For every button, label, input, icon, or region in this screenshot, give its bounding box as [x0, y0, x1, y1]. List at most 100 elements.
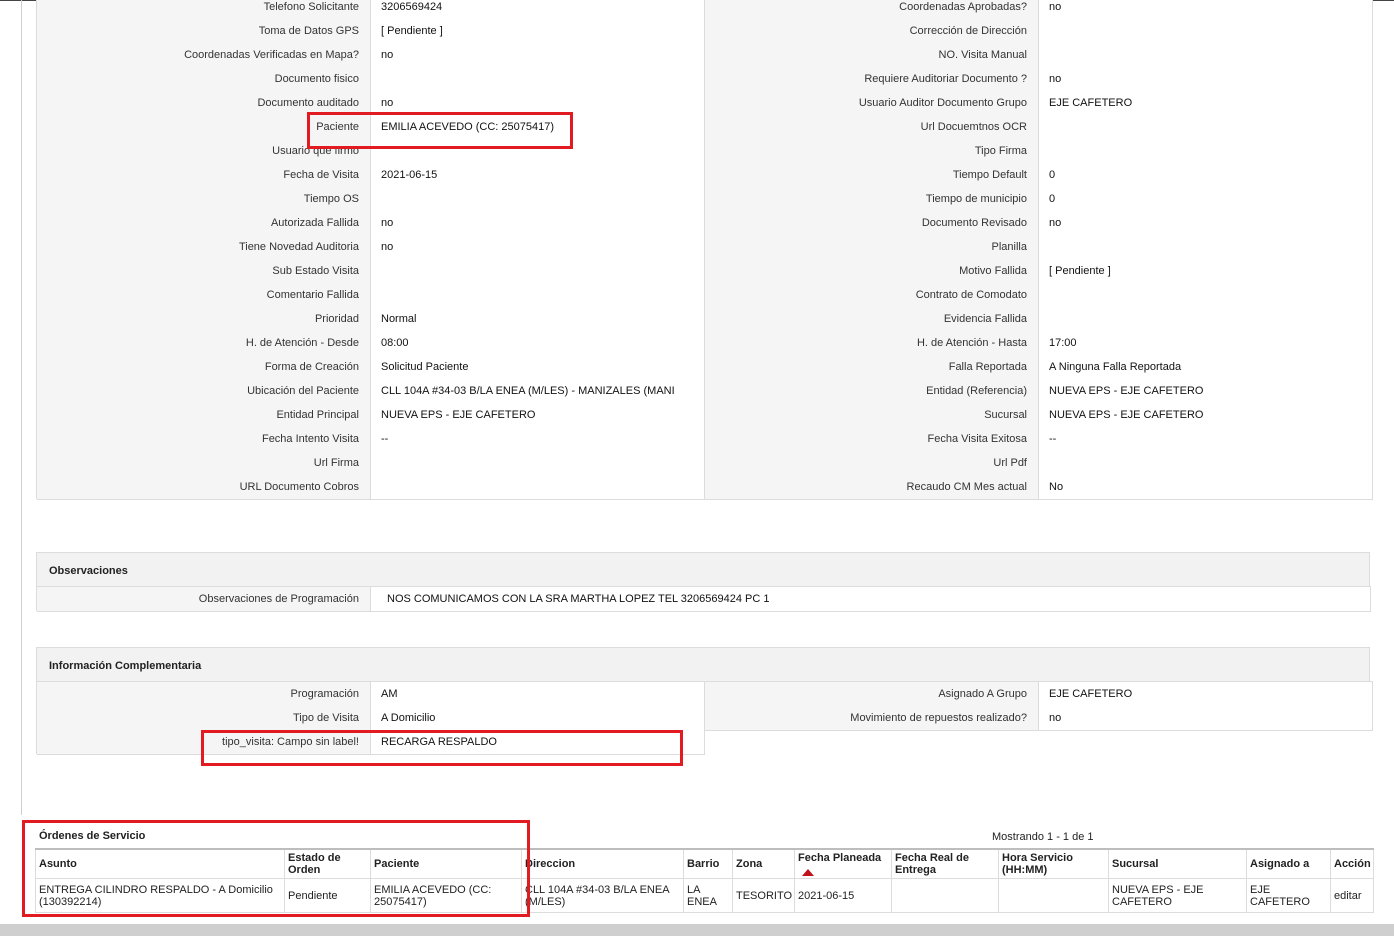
field-label: Tipo de Visita [37, 706, 371, 731]
horizontal-scrollbar[interactable] [0, 924, 1394, 936]
column-header[interactable]: Estado de Orden [284, 848, 371, 879]
detail-row: Toma de Datos GPS[ Pendiente ] Corrección… [37, 19, 1373, 44]
field-value: 08:00 [371, 331, 705, 356]
field-value [1039, 283, 1373, 308]
field-label: Telefono Solicitante [37, 0, 371, 20]
info-complementaria-header: Información Complementaria [36, 647, 1370, 681]
field-label: Tipo Firma [705, 139, 1039, 164]
column-header-label: Zona [736, 858, 763, 870]
field-value: NUEVA EPS - EJE CAFETERO [1039, 379, 1373, 404]
detail-row: Entidad Principal NUEVA EPS - EJE CAFETER… [37, 403, 1373, 428]
detail-row: H. de Atención - Desde 08:00 H. de Atenció… [37, 331, 1373, 356]
column-header[interactable]: Sucursal [1108, 848, 1247, 879]
column-header[interactable]: Asunto [35, 848, 285, 879]
sort-ascending-icon[interactable] [802, 869, 814, 876]
column-header[interactable]: Fecha Real de Entrega [891, 848, 999, 879]
field-label: Fecha Visita Exitosa [705, 427, 1039, 452]
column-header-label: Direccion [525, 858, 576, 870]
column-header-label: Sucursal [1112, 858, 1159, 870]
table-cell [891, 878, 999, 913]
field-label: Asignado A Grupo [705, 682, 1039, 707]
table-cell: 2021-06-15 [794, 878, 892, 913]
table-cell: ENTREGA CILINDRO RESPALDO - A Domicilio … [35, 878, 285, 913]
field-label: Fecha Intento Visita [37, 427, 371, 452]
field-label: Toma de Datos GPS [37, 19, 371, 44]
ordenes-title: Órdenes de Servicio [39, 830, 146, 842]
field-value: no [371, 91, 705, 116]
field-value: EMILIA ACEVEDO (CC: 25075417) [371, 115, 705, 140]
field-value [371, 67, 705, 92]
detail-row: Autorizada Fallida no Documento Revisado no [37, 211, 1373, 236]
detail-row: Tiene Novedad Auditoria no Planilla [37, 235, 1373, 260]
column-header[interactable]: Hora Servicio (HH:MM) [998, 848, 1109, 879]
detail-row: Comentario Fallida Contrato de Comodato [37, 283, 1373, 308]
detail-row: Documento auditado no Usuario Auditor Docu… [37, 91, 1373, 116]
field-label: Corrección de Dirección [705, 19, 1039, 44]
field-label: Prioridad [37, 307, 371, 332]
field-value: Solicitud Paciente [371, 355, 705, 380]
field-label: H. de Atención - Hasta [705, 331, 1039, 356]
field-value [1039, 115, 1373, 140]
field-value: EJE CAFETERO [1039, 91, 1373, 116]
table-cell: TESORITO [732, 878, 795, 913]
field-label: Documento Revisado [705, 211, 1039, 236]
detail-row: Paciente EMILIA ACEVEDO (CC: 25075417) Url… [37, 115, 1373, 140]
detail-row: Ubicación del Paciente CLL 104A #34-03 B/… [37, 379, 1373, 404]
column-header[interactable]: Paciente [370, 848, 522, 879]
field-label: Usuario que firmo [37, 139, 371, 164]
field-label: H. de Atención - Desde [37, 331, 371, 356]
field-value: no [1039, 211, 1373, 236]
field-value: no [1039, 706, 1373, 731]
ordenes-table: Asunto Estado de Orden Paciente Direccion Ba… [35, 848, 1374, 913]
field-label: Comentario Fallida [37, 283, 371, 308]
column-header[interactable]: Fecha Planeada [794, 848, 892, 879]
field-label: Forma de Creación [37, 355, 371, 380]
field-label: Tiene Novedad Auditoria [37, 235, 371, 260]
field-label: Fecha de Visita [37, 163, 371, 188]
column-header[interactable]: Direccion [521, 848, 684, 879]
field-label: Tiempo de municipio [705, 187, 1039, 212]
table-cell: EJE CAFETERO [1246, 878, 1331, 913]
field-value [371, 139, 705, 164]
column-header[interactable]: Zona [732, 848, 795, 879]
field-value: No [1039, 475, 1373, 500]
observaciones-grid: Observaciones de Programación NOS COMUNI… [36, 586, 1371, 612]
detail-row: URL Documento Cobros Recaudo CM Mes actua… [37, 475, 1373, 500]
field-value: no [371, 235, 705, 260]
detail-row: Tipo de Visita A Domicilio Movimiento de r… [37, 706, 1373, 731]
field-label: Observaciones de Programación [37, 587, 371, 612]
detail-row: Tiempo OS Tiempo de municipio 0 [37, 187, 1373, 212]
field-value: NOS COMUNICAMOS CON LA SRA MARTHA LOPEZ … [371, 587, 1371, 612]
field-label: Usuario Auditor Documento Grupo [705, 91, 1039, 116]
field-value: 0 [1039, 163, 1373, 188]
detail-row: Usuario que firmo Tipo Firma [37, 139, 1373, 164]
pagination-summary: Mostrando 1 - 1 de 1 [992, 831, 1094, 843]
field-label: Tiempo OS [37, 187, 371, 212]
detail-row: Fecha Intento Visita -- Fecha Visita Exito… [37, 427, 1373, 452]
field-value: no [371, 211, 705, 236]
field-value: A Domicilio [371, 706, 705, 731]
column-header[interactable]: Barrio [683, 848, 733, 879]
field-value: no [1039, 67, 1373, 92]
field-value [1039, 19, 1373, 44]
column-header-label: Asunto [39, 858, 77, 870]
field-label: Sucursal [705, 403, 1039, 428]
column-header-label: Acción [1334, 858, 1371, 870]
observaciones-header: Observaciones [36, 552, 1370, 586]
edit-link[interactable]: editar [1334, 890, 1362, 902]
field-label: NO. Visita Manual [705, 43, 1039, 68]
field-value: no [1039, 0, 1373, 20]
field-value [1039, 307, 1373, 332]
field-value: AM [371, 682, 705, 707]
edit-cell[interactable]: editar [1330, 878, 1374, 913]
field-value: 3206569424 [371, 0, 705, 20]
field-value [371, 187, 705, 212]
field-label: Url Firma [37, 451, 371, 476]
column-header[interactable]: Acción [1330, 848, 1374, 879]
field-label: Entidad Principal [37, 403, 371, 428]
column-header[interactable]: Asignado a [1246, 848, 1331, 879]
field-value: no [371, 43, 705, 68]
detail-row: Sub Estado Visita Motivo Fallida[ Pendien… [37, 259, 1373, 284]
info-complementaria-grid: Programación AM Asignado A Grupo EJE CAFETE… [36, 681, 1373, 755]
field-value: -- [1039, 427, 1373, 452]
